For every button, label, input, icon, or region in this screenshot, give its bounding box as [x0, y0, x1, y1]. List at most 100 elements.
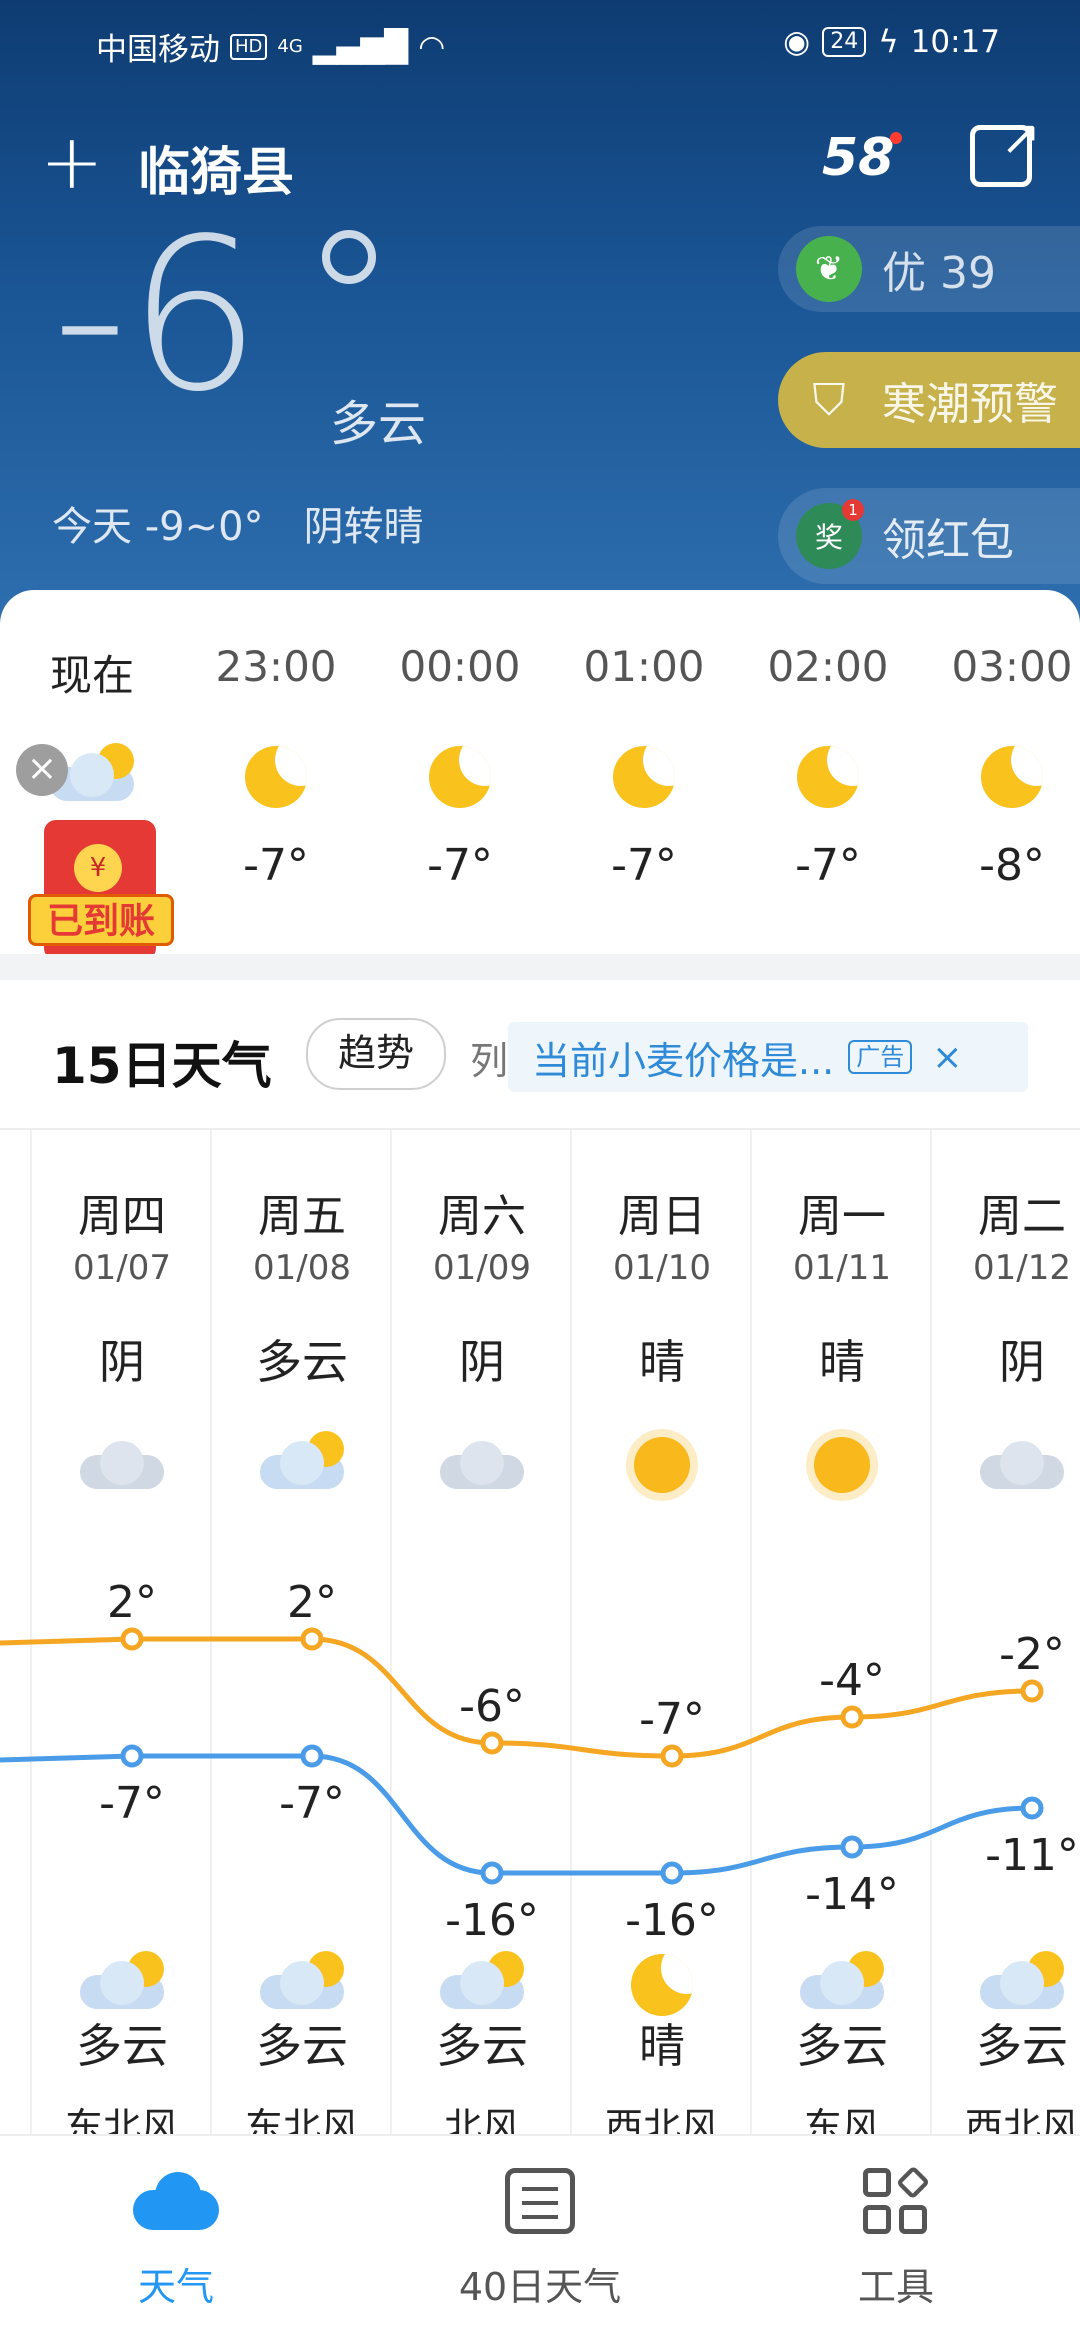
weather-hero: 中国移动 HD 4G ▂▄▆█ ◠ ◉ 24 ϟ 10:17 + 临猗县 58 … [0, 0, 1080, 640]
temperature-trend-chart: 2° 2° -6° -7° -4° -2° -7° -7° -16° -16° -14° -11° [0, 1577, 1079, 1946]
clock: 10:17 [910, 24, 1000, 60]
badge-58-label: 58 [822, 128, 895, 188]
trend-toggle-button[interactable]: 趋势 [306, 1018, 446, 1090]
hour-time: 01:00 [583, 642, 705, 691]
moon-icon [429, 746, 491, 808]
plus-icon[interactable]: + [40, 124, 104, 200]
low-temp-point [300, 1744, 324, 1768]
today-summary: 今天 -9~0° 阴转晴 [52, 494, 424, 552]
hour-time: 00:00 [399, 642, 521, 691]
battery-level: 24 [822, 27, 867, 57]
tab-40day[interactable]: 40日天气 [420, 2156, 660, 2311]
low-temp-point [480, 1861, 504, 1885]
high-temp-label: -4° [819, 1655, 885, 1706]
high-temp-label: -2° [999, 1629, 1065, 1680]
high-temp-label: 2° [107, 1577, 157, 1628]
degree-symbol [322, 230, 376, 284]
hourly-item: 01:00 -7° [552, 642, 736, 891]
ad-banner[interactable]: 当前小麦价格是... 广告 × [508, 1022, 1028, 1092]
low-temp-point [840, 1835, 864, 1859]
high-temp-point [1020, 1679, 1044, 1703]
get-redpacket-pill[interactable]: 奖1 领红包 [778, 488, 1080, 584]
high-temp-label: -6° [459, 1681, 525, 1732]
bottom-nav: 天气 40日天气 工具 [0, 2134, 1080, 2340]
hour-time: 23:00 [215, 642, 337, 691]
tab-label: 天气 [137, 2265, 214, 2309]
network-type: 4G [277, 36, 303, 57]
tab-label: 工具 [857, 2265, 934, 2309]
current-temperature: -6 [52, 193, 262, 438]
low-temp-point [120, 1744, 144, 1768]
hd-badge: HD [230, 33, 268, 60]
hourly-item: 03:00 -8° [920, 642, 1080, 891]
moon-icon [797, 746, 859, 808]
hourly-item: 现在 [0, 642, 184, 840]
high-temp-point [300, 1627, 324, 1651]
high-temp-point [660, 1744, 684, 1768]
fifteen-day-header: 15日天气 趋势 列 当前小麦价格是... 广告 × [0, 980, 1080, 1130]
notification-dot [890, 132, 903, 144]
tab-tools[interactable]: 工具 [776, 2156, 1016, 2311]
redpacket-label: 领红包 [882, 515, 1014, 566]
red-packet-label: 已到账 [28, 894, 174, 946]
hour-temp: -7° [795, 840, 861, 891]
hour-temp: -8° [979, 840, 1045, 891]
aqi-pill[interactable]: ❦ 优 39 [778, 226, 1080, 312]
low-temp-label: -16° [445, 1895, 539, 1946]
hour-time: 02:00 [767, 642, 889, 691]
current-condition: 多云 [330, 396, 427, 452]
ad-text: 当前小麦价格是... [532, 1038, 835, 1083]
hour-temp: -7° [243, 840, 309, 891]
cold-wave-warning-pill[interactable]: ⛉ 寒潮预警 [778, 352, 1080, 448]
fifteen-day-forecast[interactable]: 周四 01/07 阴 多云 东北风 周五 01/08 多云 多云 东北风 周六 … [0, 1130, 1080, 2136]
today-range: 今天 -9~0° [52, 504, 264, 550]
high-temp-label: -7° [639, 1694, 705, 1745]
leaf-icon: ❦ [796, 236, 862, 302]
eye-icon: ◉ [783, 24, 811, 60]
high-temp-point [840, 1705, 864, 1729]
hour-temp: -7° [427, 840, 493, 891]
hour-time: 现在 [49, 651, 134, 700]
low-temp-point [1020, 1796, 1044, 1820]
today-desc: 阴转晴 [303, 504, 424, 550]
tab-weather[interactable]: 天气 [56, 2156, 296, 2311]
weather-icon [133, 2172, 219, 2230]
moon-icon [245, 746, 307, 808]
list-toggle-button[interactable]: 列 [470, 1030, 508, 1085]
status-bar: 中国移动 HD 4G ▂▄▆█ ◠ ◉ 24 ϟ 10:17 [0, 20, 1080, 70]
close-icon[interactable]: × [16, 744, 68, 796]
hourly-item: 23:00 -7° [184, 642, 368, 891]
high-temp-point [120, 1627, 144, 1651]
calendar-icon [505, 2168, 575, 2234]
hour-temp: -7° [611, 840, 677, 891]
share-icon[interactable]: ↗ [970, 114, 1041, 187]
carrier-name: 中国移动 [96, 32, 220, 68]
ad-close-icon[interactable]: × [932, 1037, 962, 1078]
warning-label: 寒潮预警 [882, 379, 1058, 430]
red-packet-float[interactable]: × ¥ 已到账 [16, 744, 174, 960]
badge-58-button[interactable]: 58 [822, 128, 903, 188]
hour-time: 03:00 [951, 642, 1073, 691]
low-temp-label: -11° [985, 1830, 1079, 1881]
section-divider [0, 954, 1080, 980]
wifi-icon: ◠ [418, 28, 446, 65]
hourly-item: 02:00 -7° [736, 642, 920, 891]
tools-icon [863, 2165, 931, 2234]
low-temp-label: -7° [99, 1778, 165, 1829]
warning-icon: ⛉ [812, 374, 846, 426]
low-temp-point [660, 1861, 684, 1885]
aqi-label: 优 39 [882, 248, 996, 299]
charging-icon: ϟ [878, 24, 899, 60]
ad-tag: 广告 [848, 1040, 913, 1074]
coin-icon: ¥ [74, 844, 122, 892]
hourly-item: 00:00 -7° [368, 642, 552, 891]
low-temp-label: -7° [279, 1778, 345, 1829]
moon-icon [613, 746, 675, 808]
low-temp-label: -16° [625, 1895, 719, 1946]
fifteen-day-title: 15日天气 [52, 1037, 272, 1095]
prize-icon: 奖1 [796, 499, 864, 569]
prize-count-badge: 1 [842, 499, 864, 521]
signal-icon: ▂▄▆█ [312, 28, 409, 65]
moon-icon [981, 746, 1043, 808]
high-temp-label: 2° [287, 1577, 337, 1628]
